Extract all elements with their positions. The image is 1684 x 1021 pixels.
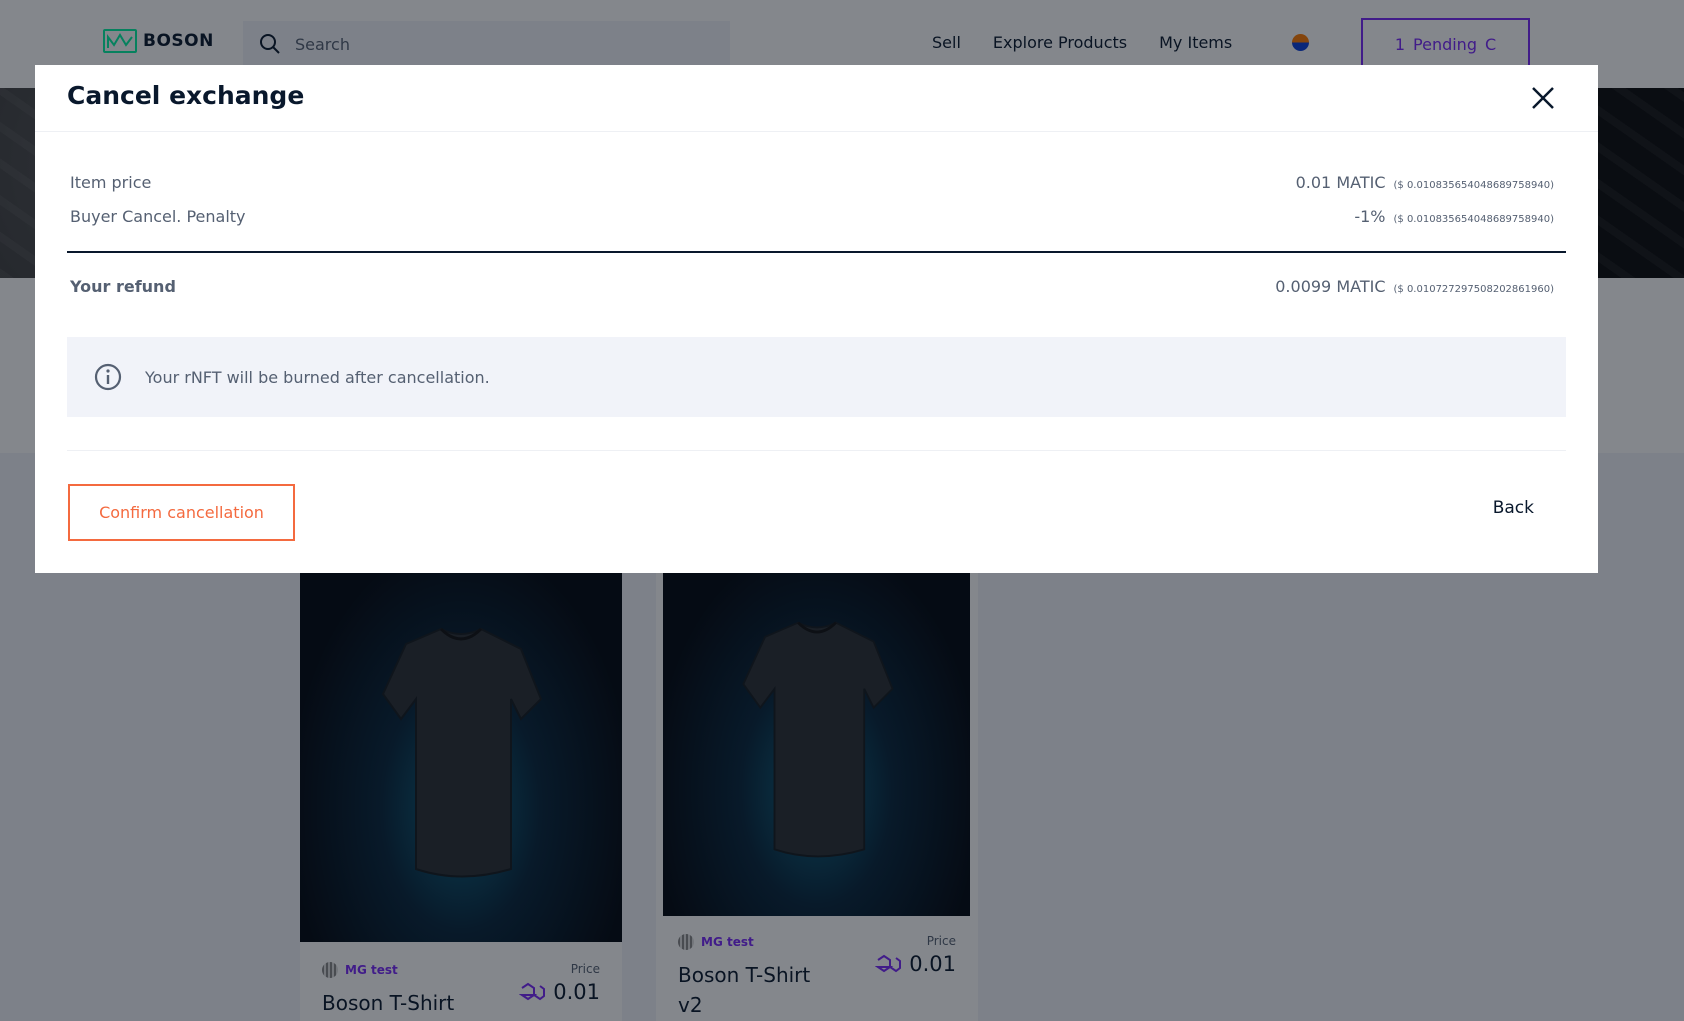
modal-title: Cancel exchange	[67, 81, 305, 110]
item-price-label: Item price	[70, 173, 152, 192]
info-text: Your rNFT will be burned after cancellat…	[145, 367, 490, 387]
penalty-row: Buyer Cancel. Penalty -1% ($ 0.010835654…	[70, 207, 1554, 226]
divider	[67, 251, 1566, 253]
penalty-usd: ($ 0.010835654048689758940)	[1393, 214, 1555, 225]
item-price-value: 0.01 MATIC	[1295, 173, 1386, 192]
modal-header: Cancel exchange	[35, 65, 1598, 132]
item-price-values: 0.01 MATIC ($ 0.010835654048689758940)	[1296, 173, 1554, 192]
penalty-label: Buyer Cancel. Penalty	[70, 207, 246, 226]
refund-values: 0.0099 MATIC ($ 0.010727297508202861960)	[1275, 277, 1554, 296]
info-icon	[94, 363, 122, 391]
penalty-values: -1% ($ 0.010835654048689758940)	[1354, 207, 1554, 226]
back-button[interactable]: Back	[1493, 498, 1534, 518]
close-icon[interactable]	[1528, 83, 1558, 113]
refund-row: Your refund 0.0099 MATIC ($ 0.0107272975…	[70, 277, 1554, 296]
refund-label: Your refund	[70, 277, 176, 296]
item-price-row: Item price 0.01 MATIC ($ 0.0108356540486…	[70, 173, 1554, 192]
cancel-exchange-modal: Cancel exchange Item price 0.01 MATIC ($…	[35, 65, 1598, 573]
refund-value: 0.0099 MATIC	[1275, 277, 1386, 296]
item-price-usd: ($ 0.010835654048689758940)	[1393, 180, 1555, 191]
footer-divider	[67, 450, 1566, 451]
info-box: Your rNFT will be burned after cancellat…	[67, 337, 1566, 417]
refund-usd: ($ 0.010727297508202861960)	[1393, 284, 1555, 295]
confirm-cancellation-button[interactable]: Confirm cancellation	[68, 484, 295, 541]
penalty-value: -1%	[1354, 207, 1386, 226]
